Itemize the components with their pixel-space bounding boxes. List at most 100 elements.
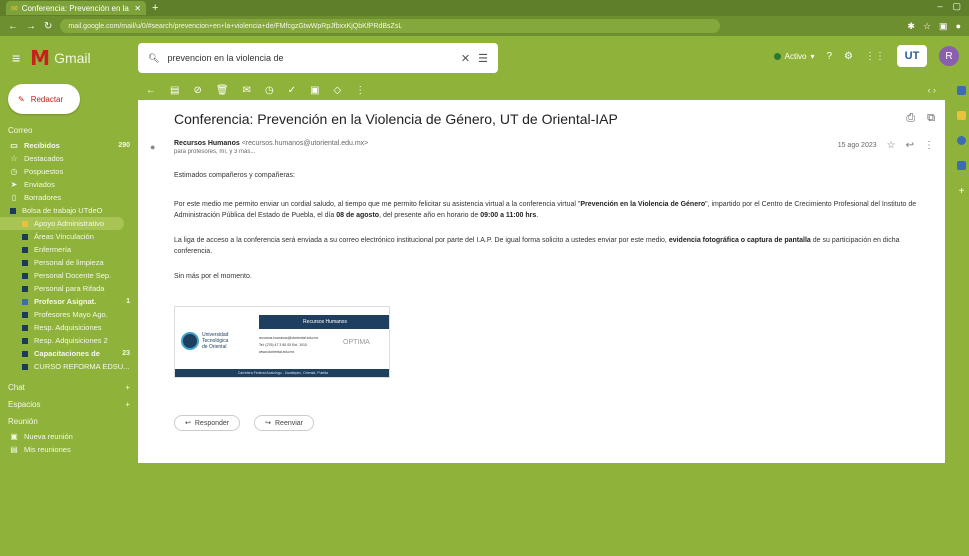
add-task-icon[interactable]: ✓ <box>288 85 296 96</box>
sidebar-label-item[interactable]: Apoyo Administrativo <box>0 217 124 230</box>
puzzle-icon[interactable]: ▣ <box>939 21 948 32</box>
more-vert-icon[interactable]: ⋮ <box>924 140 934 151</box>
section-mail-title: Correo <box>8 126 33 135</box>
back-to-list-icon[interactable]: ← <box>146 85 156 96</box>
search-input[interactable]: prevencion en la violencia de <box>167 53 283 63</box>
add-space-icon[interactable]: + <box>125 400 130 409</box>
more-options-icon[interactable]: ⋮ <box>355 85 365 96</box>
send-icon: ➤ <box>10 180 18 189</box>
sidebar-label-text: Áreas Vinculación <box>34 232 94 241</box>
browser-tab-strip: ✉ Conferencia: Prevención en la Vi... ✕ … <box>0 0 969 16</box>
pager[interactable]: ‹ › <box>928 85 937 95</box>
main-menu-icon[interactable]: ≡ <box>12 50 20 66</box>
sidebar-label-item[interactable]: Áreas Vinculación <box>0 230 138 243</box>
section-chat[interactable]: Chat + <box>0 379 138 396</box>
recipients[interactable]: para profesores, mí, y 3 más... <box>174 149 634 155</box>
clock-icon: ◷ <box>10 167 18 176</box>
sidebar-label-item[interactable]: Resp. Adquisiciones <box>0 321 138 334</box>
contacts-app-icon[interactable] <box>957 161 966 170</box>
sidebar-label-item[interactable]: CURSO REFORMA EDSU... <box>0 360 138 373</box>
label-icon[interactable]: ◇ <box>334 85 342 96</box>
reply-label: Responder <box>194 419 230 427</box>
archive-icon[interactable]: ▤ <box>170 85 179 96</box>
organization-logo[interactable]: UT <box>897 45 927 67</box>
new-tab-button[interactable]: + <box>152 2 158 14</box>
sidebar-label-item[interactable]: Personal Docente Sep. <box>0 269 138 282</box>
mark-unread-icon[interactable]: ✉ <box>243 85 251 96</box>
p1-text-a: Por este medio me permito enviar un cord… <box>174 201 581 208</box>
account-avatar[interactable]: R <box>939 46 959 66</box>
video-icon: ▣ <box>10 432 18 441</box>
label-color-icon <box>22 285 28 292</box>
delete-icon[interactable]: 🗑︎ <box>216 85 229 96</box>
chevron-down-icon: ▾ <box>810 51 815 61</box>
section-spaces[interactable]: Espacios + <box>0 396 138 413</box>
status-dot-icon <box>773 52 781 60</box>
sidebar-label-item[interactable]: Capacitaciones de 23 <box>0 347 138 360</box>
sidebar-label-text: CURSO REFORMA EDSU... <box>34 362 130 371</box>
star-icon[interactable]: ☆ <box>887 140 896 151</box>
calendar-app-icon[interactable] <box>957 86 966 95</box>
sidebar-label-item[interactable]: Enfermería <box>0 243 138 256</box>
sidebar-item[interactable]: ▭ Recibidos 290 <box>0 139 138 152</box>
sidebar-item-label: Destacados <box>24 154 64 163</box>
sender-name: Recursos Humanos <box>174 140 240 147</box>
tasks-app-icon[interactable] <box>957 136 966 145</box>
clear-search-icon[interactable]: ✕ <box>461 52 470 65</box>
section-mail[interactable]: Correo <box>0 122 138 139</box>
report-spam-icon[interactable]: ⊘ <box>193 85 201 96</box>
sender[interactable]: Recursos Humanos <recursos.humanos@utori… <box>174 140 934 147</box>
back-icon[interactable]: ← <box>8 21 18 32</box>
move-to-icon[interactable]: ▣ <box>310 85 319 96</box>
status-selector[interactable]: Activo ▾ <box>773 51 815 61</box>
meet-item[interactable]: ▣ Nueva reunión <box>0 430 138 443</box>
label-color-icon <box>10 207 16 214</box>
settings-gear-icon[interactable]: ⚙ <box>844 51 853 62</box>
sidebar-label-text: Resp. Adquisiciones <box>34 323 102 332</box>
extension-icon[interactable]: ✱ <box>907 21 915 32</box>
section-meet[interactable]: Reunión <box>0 413 138 430</box>
compose-button[interactable]: ✎ Redactar <box>8 84 80 114</box>
sidebar-item[interactable]: ▯ Borradores <box>0 191 138 204</box>
p2-bold: evidencia fotográfica o captura de panta… <box>668 237 811 244</box>
sidebar-label-item[interactable]: Bolsa de trabajo UTdeO <box>0 204 138 217</box>
maximize-icon[interactable]: ▢ <box>952 1 961 12</box>
print-icon[interactable]: ⎙ <box>906 112 915 125</box>
profile-icon[interactable]: ● <box>956 21 961 32</box>
add-chat-icon[interactable]: + <box>125 383 130 392</box>
compose-label: Redactar <box>30 94 64 104</box>
apps-grid-icon[interactable]: ⋮⋮ <box>865 51 885 62</box>
open-new-window-icon[interactable]: ⧉ <box>927 112 935 125</box>
sidebar-item[interactable]: ◷ Pospuestos <box>0 165 138 178</box>
help-icon[interactable]: ? <box>826 51 832 62</box>
url-input[interactable]: mail.google.com/mail/u/0/#search/prevenc… <box>60 19 721 33</box>
gmail-logo[interactable]: M Gmail <box>30 46 90 70</box>
reload-icon[interactable]: ↻ <box>44 21 52 32</box>
minimize-icon[interactable]: – <box>937 1 942 12</box>
sidebar-item-label: Borradores <box>24 193 62 202</box>
sidebar-label-item[interactable]: Profesores Mayo Ago. <box>0 308 138 321</box>
forward-icon[interactable]: → <box>26 21 36 32</box>
sidebar-label-item[interactable]: Personal para Rifada <box>0 282 138 295</box>
meet-item-label: Nueva reunión <box>24 432 73 441</box>
snooze-icon[interactable]: ◷ <box>265 85 274 96</box>
browser-tab[interactable]: ✉ Conferencia: Prevención en la Vi... ✕ <box>6 1 146 15</box>
sidebar-item[interactable]: ☆ Destacados <box>0 152 138 165</box>
search-bar[interactable]: 🔍︎ prevencion en la violencia de ✕ ☰ <box>138 43 498 73</box>
close-tab-icon[interactable]: ✕ <box>134 4 141 13</box>
search-options-icon[interactable]: ☰ <box>478 52 488 65</box>
sidebar-label-item[interactable]: Personal de limpieza <box>0 256 138 269</box>
search-icon[interactable]: 🔍︎ <box>148 53 159 64</box>
sidebar-item[interactable]: ➤ Enviados <box>0 178 138 191</box>
status-label: Activo <box>784 51 807 61</box>
signature-contacts: recursos.humanos@utoriental.edu.mx Tel: … <box>259 335 339 356</box>
meet-item[interactable]: ▤ Mis reuniones <box>0 443 138 456</box>
reply-icon[interactable]: ↩ <box>906 140 914 151</box>
sidebar-label-item[interactable]: Profesor Asignat. 1 <box>0 295 138 308</box>
reply-button[interactable]: ↩ Responder <box>174 415 241 431</box>
add-addon-icon[interactable]: + <box>959 186 965 197</box>
keep-app-icon[interactable] <box>957 111 966 120</box>
bookmark-star-icon[interactable]: ☆ <box>923 21 931 32</box>
sidebar-label-item[interactable]: Resp. Adquisiciones 2 <box>0 334 138 347</box>
forward-button[interactable]: ↪ Reenviar <box>254 415 315 431</box>
